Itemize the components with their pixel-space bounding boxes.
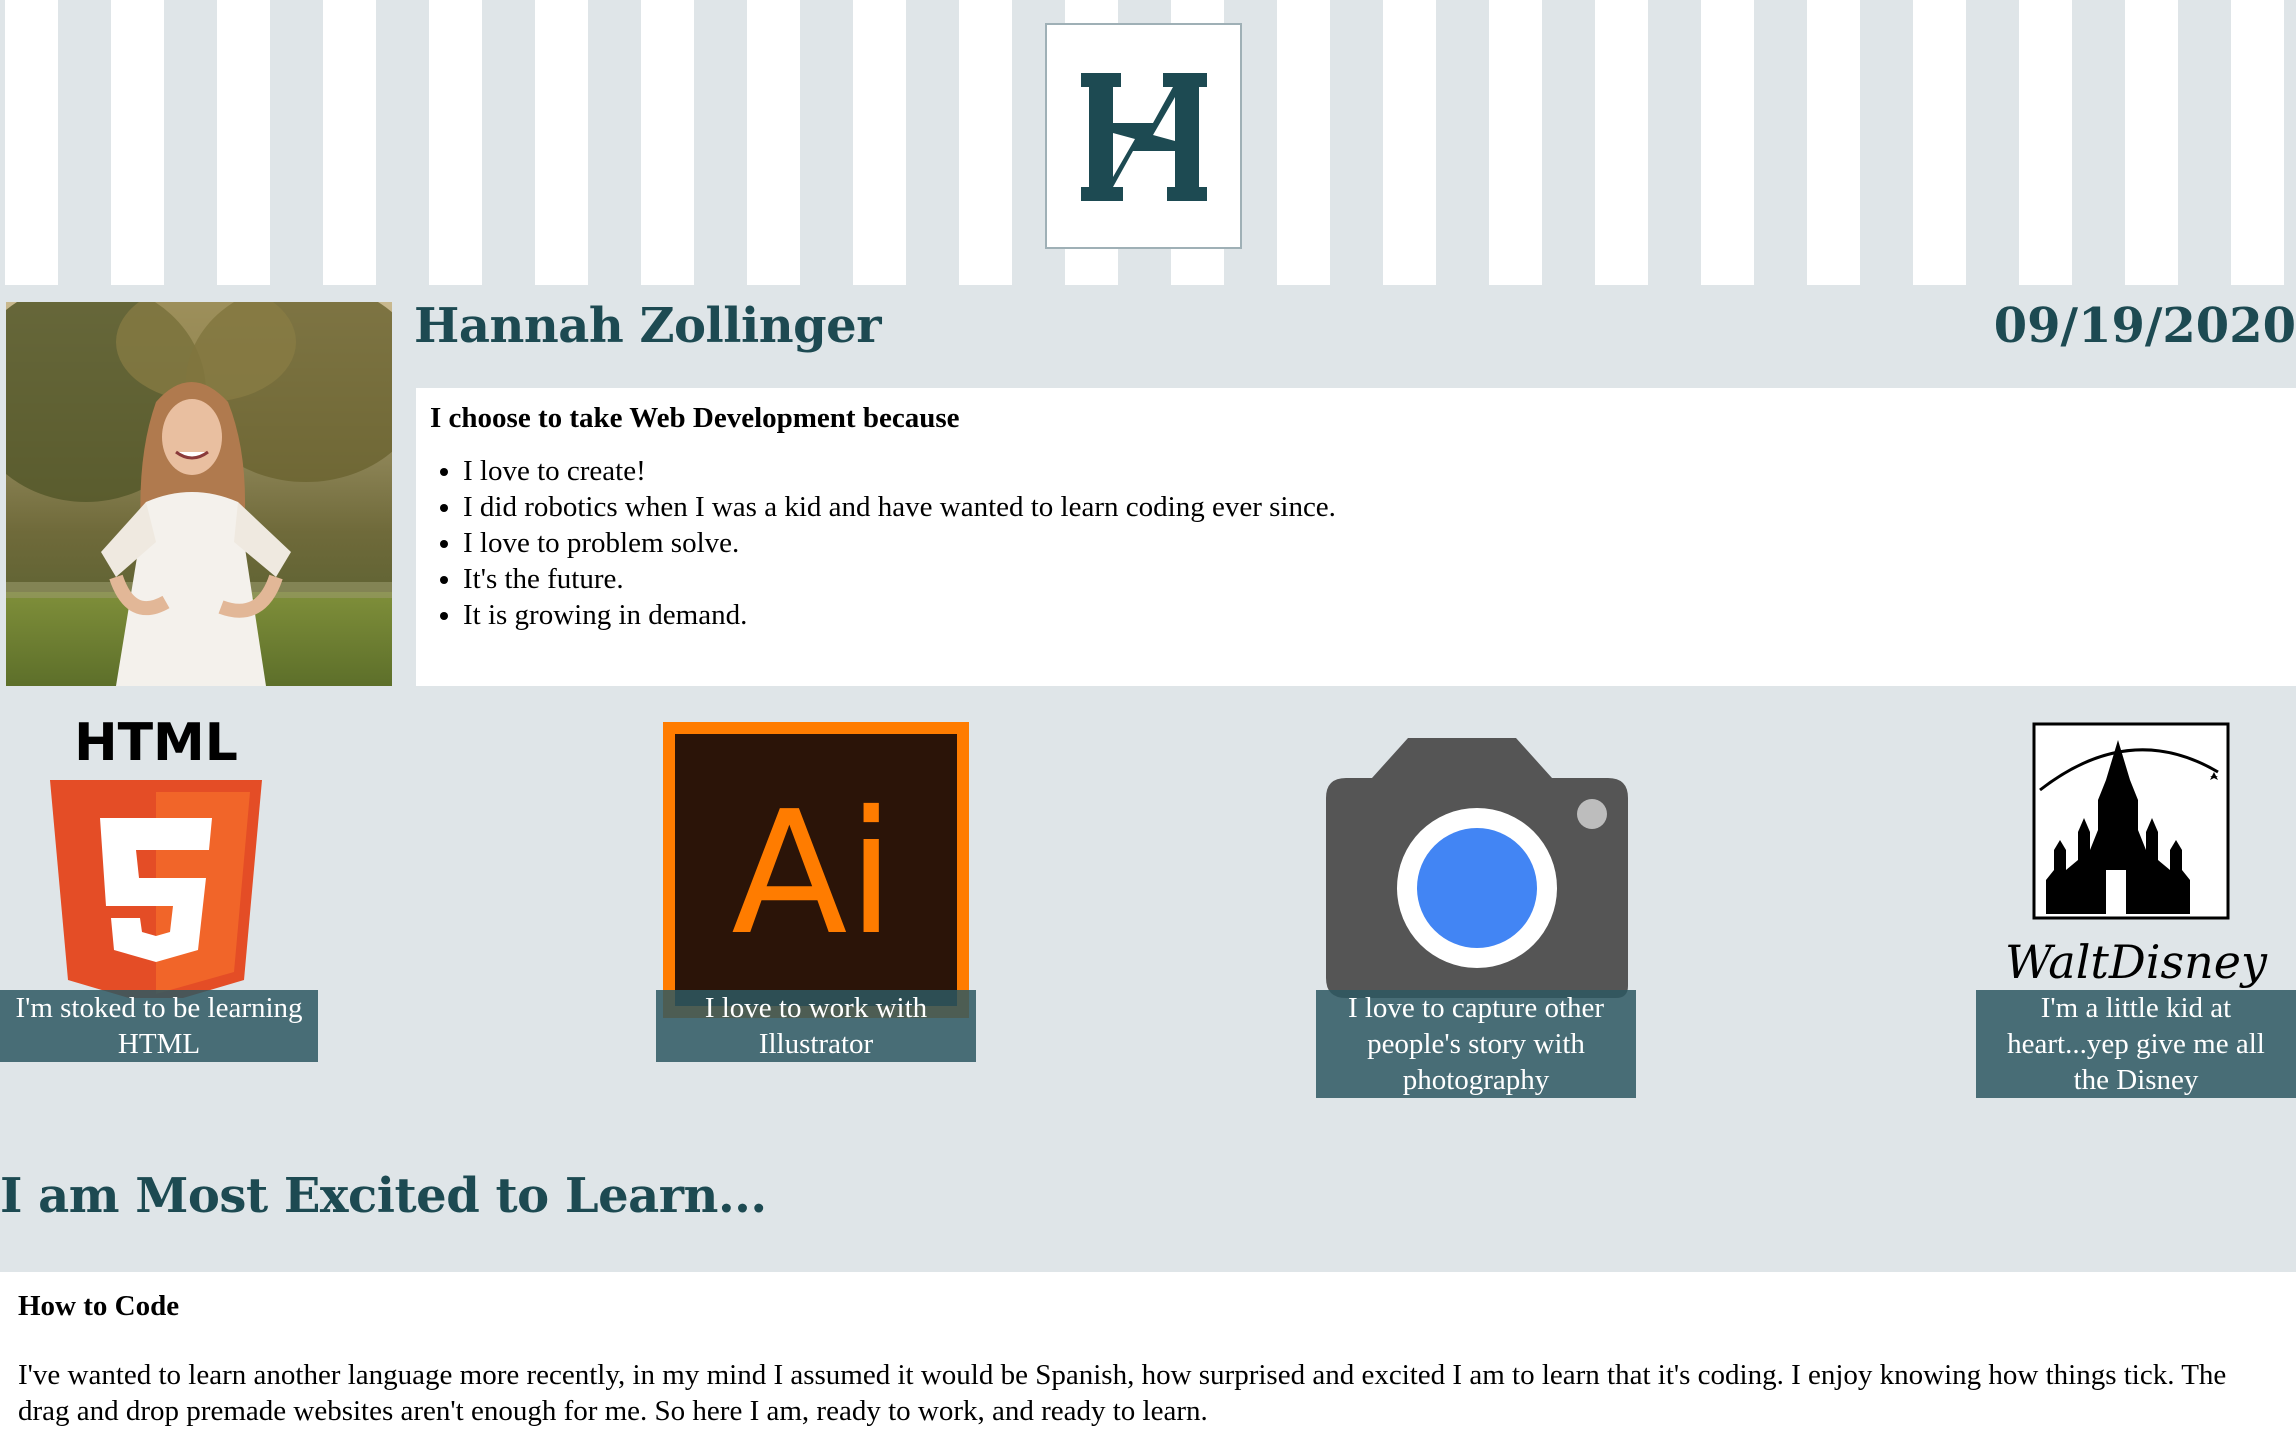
disney-caption: I'm a little kid at heart...yep give me … <box>1976 990 2296 1098</box>
svg-text:HTML: HTML <box>74 718 238 773</box>
date: 09/19/2020 <box>1993 298 2296 354</box>
svg-text:WaltDisney: WaltDisney <box>2005 935 2268 989</box>
camera-icon <box>1326 738 1628 998</box>
photography-caption: I love to capture other people's story w… <box>1316 990 1636 1098</box>
illustrator-caption: I love to work with Illustrator <box>656 990 976 1062</box>
disney-castle-icon: WaltDisney <box>2005 722 2268 989</box>
disney-card[interactable]: WaltDisney I'm a little kid at heart...y… <box>1976 720 2296 1098</box>
photography-card[interactable]: I love to capture other people's story w… <box>1316 736 1636 1098</box>
header-banner <box>0 0 2296 285</box>
illustrator-icon: Ai <box>663 722 969 1018</box>
learn-text: I've wanted to learn another language mo… <box>18 1359 2227 1427</box>
reasons-panel: I choose to take Web Development because… <box>416 388 2296 686</box>
learn-title: How to Code <box>18 1290 180 1322</box>
profile-photo <box>6 302 392 686</box>
html-card[interactable]: HTML I'm stoked to be learning HTML <box>0 718 318 1063</box>
list-item: It's the future. <box>463 561 2282 597</box>
list-item: It is growing in demand. <box>463 597 2282 633</box>
list-item: I did robotics when I was a kid and have… <box>463 489 2282 525</box>
h-monogram-logo-icon <box>1081 73 1207 201</box>
section-heading: I am Most Excited to Learn... <box>0 1168 767 1224</box>
html5-icon: HTML <box>50 718 262 998</box>
reasons-title: I choose to take Web Development because <box>430 402 960 434</box>
illustrator-card[interactable]: Ai I love to work with Illustrator <box>656 722 976 1062</box>
html-caption: I'm stoked to be learning HTML <box>0 990 318 1062</box>
svg-text:Ai: Ai <box>731 775 895 973</box>
reasons-list: I love to create! I did robotics when I … <box>430 453 2282 633</box>
learn-panel: How to Code I've wanted to learn another… <box>0 1272 2296 1434</box>
student-name: Hannah Zollinger <box>414 298 882 354</box>
list-item: I love to problem solve. <box>463 525 2282 561</box>
list-item: I love to create! <box>463 453 2282 489</box>
logo[interactable] <box>1045 23 1242 249</box>
